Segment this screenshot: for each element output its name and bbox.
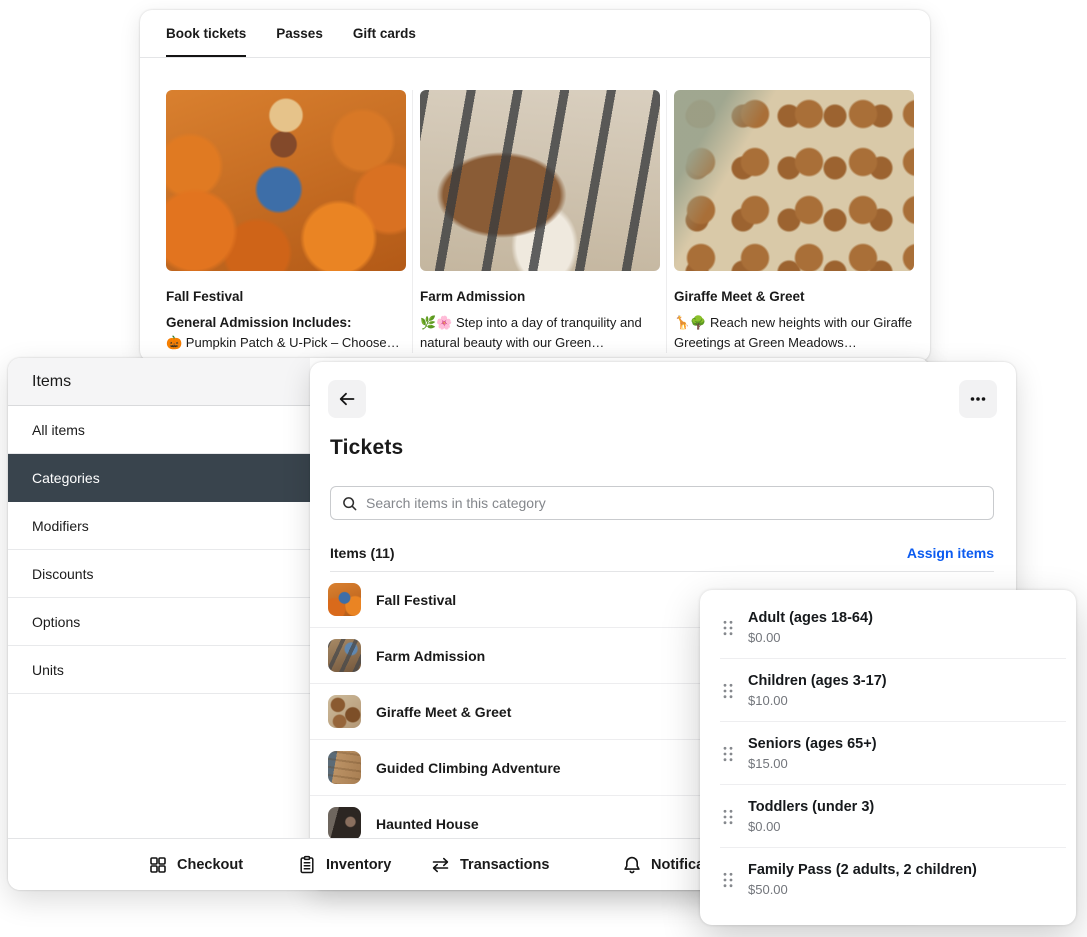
card-description-line1: General Admission Includes: — [166, 313, 406, 333]
item-name: Fall Festival — [376, 592, 456, 608]
item-thumbnail — [328, 583, 361, 616]
transfer-arrows-icon — [430, 855, 451, 875]
tab-passes[interactable]: Passes — [276, 10, 323, 57]
back-button[interactable] — [328, 380, 366, 418]
item-name: Giraffe Meet & Greet — [376, 704, 511, 720]
variant-price: $10.00 — [748, 693, 1076, 708]
sidebar-item-options[interactable]: Options — [8, 598, 310, 646]
item-name: Guided Climbing Adventure — [376, 760, 561, 776]
nav-label: Transactions — [460, 857, 549, 873]
sidebar-item-discounts[interactable]: Discounts — [8, 550, 310, 598]
sidebar-item-categories[interactable]: Categories — [8, 454, 310, 502]
more-options-button[interactable] — [959, 380, 997, 418]
sidebar-item-all-items[interactable]: All items — [8, 406, 310, 454]
card-title: Giraffe Meet & Greet — [674, 289, 914, 304]
item-thumbnail — [328, 751, 361, 784]
variant-name: Seniors (ages 65+) — [748, 736, 1076, 752]
variant-price: $0.00 — [748, 630, 1076, 645]
back-arrow-icon — [337, 389, 357, 409]
item-thumbnail — [328, 639, 361, 672]
card-farm-admission[interactable]: Farm Admission 🌿🌸 Step into a day of tra… — [413, 90, 667, 353]
nav-item-transactions[interactable]: Transactions — [430, 839, 549, 891]
card-fall-festival[interactable]: Fall Festival General Admission Includes… — [140, 90, 413, 353]
card-title: Fall Festival — [166, 289, 406, 304]
ticket-cards: Fall Festival General Admission Includes… — [140, 90, 930, 353]
sidebar-item-units[interactable]: Units — [8, 646, 310, 694]
tab-book-tickets[interactable]: Book tickets — [166, 10, 246, 57]
grid-icon — [148, 855, 168, 875]
ticket-variants-panel: Adult (ages 18-64) $0.00 Children (ages … — [700, 590, 1076, 925]
items-count-label: Items (11) — [330, 545, 395, 561]
drag-handle-icon[interactable] — [722, 745, 734, 762]
sidebar-item-modifiers[interactable]: Modifiers — [8, 502, 310, 550]
variant-name: Children (ages 3-17) — [748, 673, 1076, 689]
ellipsis-icon — [968, 389, 988, 409]
card-description: General Admission Includes: 🎃 Pumpkin Pa… — [166, 313, 406, 353]
item-name: Farm Admission — [376, 648, 485, 664]
storefront-tabbar: Book tickets Passes Gift cards — [140, 10, 930, 58]
variant-price: $0.00 — [748, 819, 1076, 834]
farm-goat-photo — [420, 90, 660, 271]
drag-handle-icon[interactable] — [722, 808, 734, 825]
variant-price: $50.00 — [748, 882, 1076, 897]
nav-item-checkout[interactable]: Checkout — [148, 839, 243, 891]
assign-items-link[interactable]: Assign items — [907, 545, 994, 561]
search-box — [330, 486, 994, 520]
items-header-row: Items (11) Assign items — [330, 534, 994, 572]
variant-row-seniors[interactable]: Seniors (ages 65+) $15.00 — [700, 722, 1076, 785]
card-description: 🦒🌳 Reach new heights with our Giraffe Gr… — [674, 313, 914, 353]
tab-gift-cards[interactable]: Gift cards — [353, 10, 416, 57]
variant-row-children[interactable]: Children (ages 3-17) $10.00 — [700, 659, 1076, 722]
item-name: Haunted House — [376, 816, 479, 832]
stage: Book tickets Passes Gift cards Fall Fest… — [0, 0, 1087, 937]
item-thumbnail — [328, 695, 361, 728]
card-title: Farm Admission — [420, 289, 660, 304]
variant-name: Toddlers (under 3) — [748, 799, 1076, 815]
card-description: 🌿🌸 Step into a day of tranquility and na… — [420, 313, 660, 353]
drag-handle-icon[interactable] — [722, 619, 734, 636]
category-page-title: Tickets — [330, 436, 403, 460]
items-sidebar: Items All items Categories Modifiers Dis… — [8, 358, 310, 838]
bell-icon — [622, 855, 642, 875]
storefront-panel: Book tickets Passes Gift cards Fall Fest… — [140, 10, 930, 362]
nav-label: Checkout — [177, 857, 243, 873]
variant-price: $15.00 — [748, 756, 1076, 771]
card-description-line2: 🎃 Pumpkin Patch & U-Pick – Choose… — [166, 333, 406, 353]
variant-name: Adult (ages 18-64) — [748, 610, 1076, 626]
drag-handle-icon[interactable] — [722, 871, 734, 888]
item-thumbnail — [328, 807, 361, 840]
variant-row-toddlers[interactable]: Toddlers (under 3) $0.00 — [700, 785, 1076, 848]
giraffe-photo — [674, 90, 914, 271]
card-giraffe-meet-greet[interactable]: Giraffe Meet & Greet 🦒🌳 Reach new height… — [667, 90, 930, 353]
nav-item-inventory[interactable]: Inventory — [297, 839, 391, 891]
clipboard-icon — [297, 855, 317, 875]
search-icon — [341, 495, 358, 512]
search-input[interactable] — [366, 495, 983, 511]
sidebar-title: Items — [8, 358, 310, 406]
variant-row-family-pass[interactable]: Family Pass (2 adults, 2 children) $50.0… — [700, 848, 1076, 911]
variant-name: Family Pass (2 adults, 2 children) — [748, 862, 1076, 878]
drag-handle-icon[interactable] — [722, 682, 734, 699]
variant-row-adult[interactable]: Adult (ages 18-64) $0.00 — [700, 596, 1076, 659]
nav-label: Inventory — [326, 857, 391, 873]
pumpkin-patch-photo — [166, 90, 406, 271]
